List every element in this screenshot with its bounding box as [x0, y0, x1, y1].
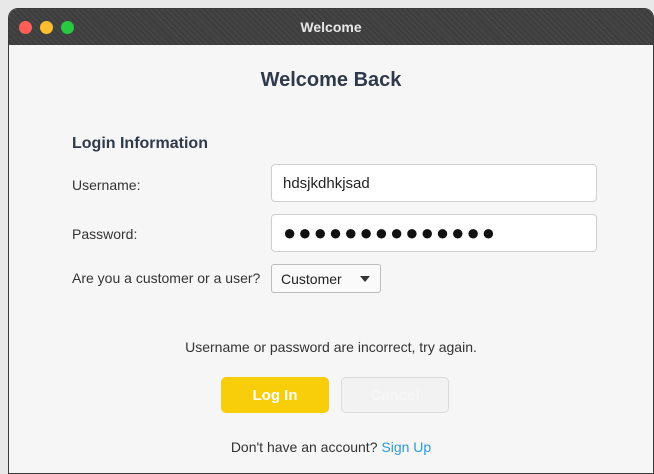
signup-prompt: Don't have an account? — [230, 439, 382, 455]
title-bar[interactable]: Welcome — [9, 9, 653, 45]
signup-footer: Don't have an account? Sign Up — [9, 439, 653, 455]
window-controls — [19, 21, 74, 34]
section-heading-login-information: Login Information — [72, 135, 208, 152]
account-type-selected: Customer — [281, 270, 342, 287]
page-title: Welcome Back — [260, 69, 402, 91]
minimize-window-button[interactable] — [40, 21, 53, 34]
username-label: Username: — [72, 177, 141, 193]
chevron-down-icon — [360, 276, 370, 282]
signup-link[interactable]: Sign Up — [381, 439, 431, 455]
password-label: Password: — [72, 226, 138, 242]
account-type-label: Are you a customer or a user? — [72, 270, 261, 286]
password-masked-value: ●●●●●●●●●●●●●● — [283, 220, 498, 245]
password-field[interactable]: ●●●●●●●●●●●●●● — [271, 214, 597, 252]
login-button[interactable]: Log In — [221, 377, 329, 413]
window-title: Welcome — [300, 19, 362, 35]
cancel-button[interactable]: Cancel — [341, 377, 449, 413]
username-value: hdsjkdhkjsad — [283, 174, 370, 192]
username-field[interactable]: hdsjkdhkjsad — [271, 164, 597, 202]
close-window-button[interactable] — [19, 21, 32, 34]
zoom-window-button[interactable] — [61, 21, 74, 34]
account-type-dropdown[interactable]: Customer — [271, 264, 381, 293]
error-message: Username or password are incorrect, try … — [185, 339, 477, 355]
login-window: Welcome Welcome Back Login Information U… — [8, 8, 654, 474]
